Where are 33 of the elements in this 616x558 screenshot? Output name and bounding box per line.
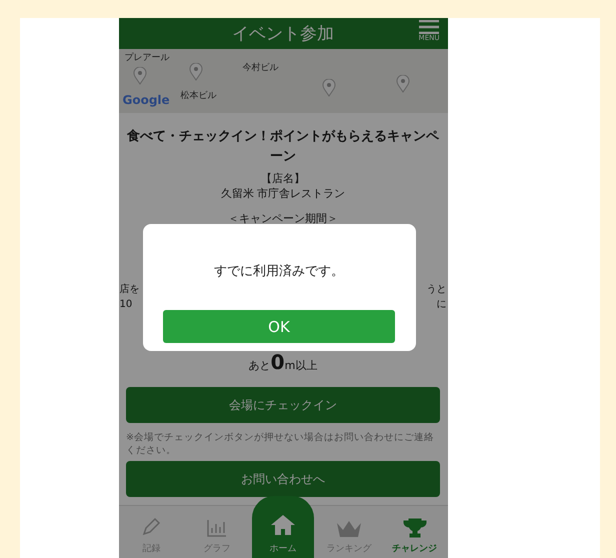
distance-label: あと [248, 358, 271, 373]
crown-icon [336, 520, 362, 538]
event-title: 食べて・チェックイン！ポイントがもらえるキャンペーン [126, 128, 440, 166]
map-label: プレアール [124, 51, 170, 64]
ok-button[interactable]: OK [163, 310, 395, 343]
bar-chart-icon [206, 518, 228, 538]
note-text: ※会場でチェックインボタンが押せない場合はお問い合わせにご連絡ください。 [126, 431, 435, 457]
map-pin-icon [322, 79, 336, 97]
distance-value: 0 [270, 352, 285, 372]
period-heading: ＜キャンペーン期間＞ [228, 211, 338, 226]
description-text: 10 [120, 298, 132, 312]
map-view[interactable]: プレアール 今村ビル Google 松本ビル [118, 49, 448, 113]
nav-tab[interactable]: ホーム [252, 496, 314, 558]
dialog-message: すでに利用済みです。 [214, 263, 344, 280]
map-pin-icon [396, 75, 410, 93]
shop-heading: 【店名】 [260, 171, 306, 186]
map-pin-icon [188, 63, 202, 81]
description-text: うと [426, 283, 446, 297]
header-title: イベント参加 [232, 23, 334, 45]
map-logo: Google [122, 93, 170, 107]
home-icon [270, 514, 296, 536]
map-label: 松本ビル [180, 90, 216, 102]
checkin-button[interactable]: 会場にチェックイン [126, 387, 440, 423]
distance-unit: m以上 [284, 358, 318, 373]
map-pin-icon [132, 67, 146, 85]
contact-button[interactable]: お問い合わせへ [126, 461, 440, 497]
description-text: に [436, 298, 446, 312]
shop-name: 久留米 市庁舎レストラン [220, 186, 346, 201]
trophy-icon [402, 518, 427, 538]
nav-tab[interactable]: チャレンジ [382, 506, 448, 558]
map-label: 今村ビル [242, 62, 278, 74]
description-text: 店を [120, 282, 140, 297]
pencil-icon [140, 516, 162, 538]
